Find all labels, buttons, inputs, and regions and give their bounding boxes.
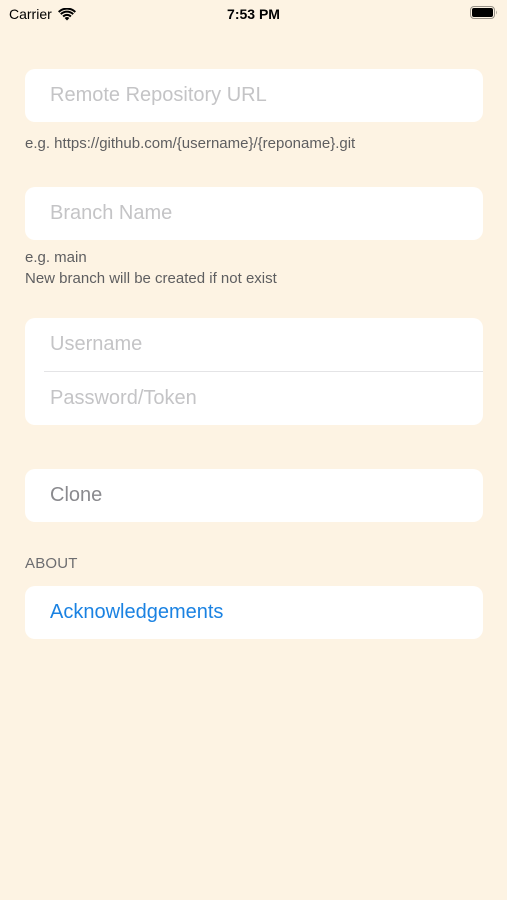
remote-url-input[interactable]: [25, 69, 483, 122]
clone-card: Clone: [25, 469, 483, 522]
password-input[interactable]: [25, 372, 483, 425]
remote-url-card: [25, 69, 483, 122]
branch-hint-note: New branch will be created if not exist: [25, 270, 277, 287]
branch-name-input[interactable]: [25, 187, 483, 240]
username-input[interactable]: [25, 318, 483, 371]
clone-button[interactable]: Clone: [25, 469, 483, 522]
about-card: Acknowledgements: [25, 586, 483, 639]
acknowledgements-link[interactable]: Acknowledgements: [25, 586, 483, 639]
about-section-header: ABOUT: [25, 555, 78, 572]
status-bar: Carrier 7:53 PM: [0, 0, 507, 28]
battery-icon: [470, 6, 497, 19]
status-right: [470, 6, 498, 22]
credentials-card: [25, 318, 483, 425]
branch-card: [25, 187, 483, 240]
branch-hint-example: e.g. main: [25, 249, 87, 266]
screen: Carrier 7:53 PM e.g. https://github.com/…: [0, 0, 507, 900]
remote-url-hint: e.g. https://github.com/{username}/{repo…: [25, 135, 356, 152]
status-time: 7:53 PM: [227, 6, 280, 22]
